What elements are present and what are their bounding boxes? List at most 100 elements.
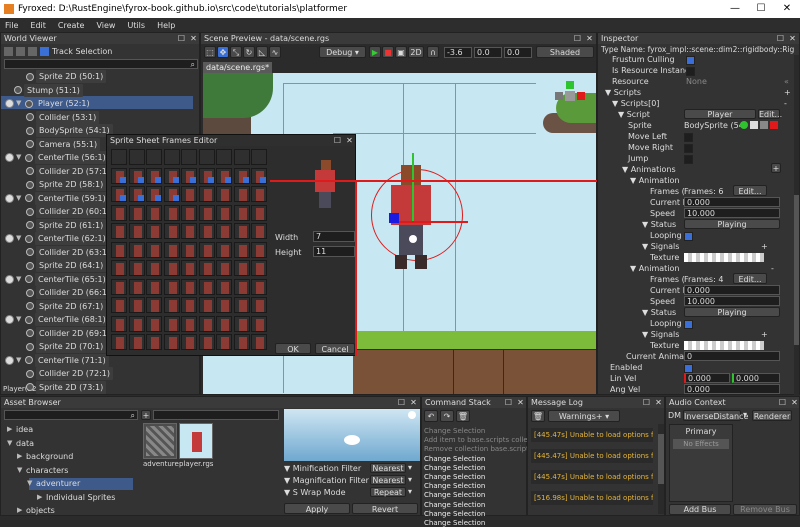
scene-close-icon[interactable]: ✕	[585, 33, 594, 44]
tree-row[interactable]: Sprite 2D (70:1)	[17, 340, 107, 353]
tree-row[interactable]: Sprite 2D (50:1)	[17, 70, 107, 83]
player-sprite[interactable]	[389, 165, 433, 300]
tree-row[interactable]: Collider 2D (57:1)	[17, 164, 113, 178]
clear-log-icon[interactable]: 🗑	[531, 410, 545, 422]
world-viewer-search-input[interactable]: ⌕	[4, 59, 198, 69]
command-close-icon[interactable]: ✕	[516, 397, 525, 408]
sprite-frame-cell[interactable]	[233, 297, 250, 313]
sprite-frame-cell[interactable]	[181, 297, 197, 313]
expand-arrow-icon[interactable]: ▶	[17, 450, 24, 463]
sprite-frame-cell[interactable]	[233, 186, 250, 202]
sprite-frame-cell[interactable]	[111, 278, 127, 295]
gizmo-center[interactable]	[389, 213, 399, 223]
log-entry[interactable]: [445.47s] Unable to load options fi	[531, 470, 653, 484]
command-item[interactable]: Change Selection	[424, 519, 485, 527]
sprite-frame-cell[interactable]	[251, 204, 267, 221]
inspector-maximize-icon[interactable]: ☐	[776, 33, 785, 44]
command-item-undone[interactable]: Change Selection	[424, 427, 485, 435]
audio-close-icon[interactable]: ✕	[790, 397, 799, 408]
command-item[interactable]: Change Selection	[424, 491, 485, 499]
sprite-frame-cell[interactable]	[111, 167, 127, 184]
sprite-frame-cell[interactable]	[216, 167, 232, 184]
sprite-frame-cell[interactable]	[181, 149, 197, 165]
cancel-button[interactable]: Cancel	[315, 343, 355, 354]
tree-row[interactable]: Collider (53:1)	[17, 110, 100, 124]
sprite-frame-cell[interactable]	[146, 204, 162, 221]
distance-dropdown-icon[interactable]: ▾	[743, 410, 747, 419]
collapse-all-icon[interactable]	[4, 47, 13, 56]
asset-close-icon[interactable]: ✕	[409, 397, 418, 408]
asset-thumb-adventurer[interactable]	[143, 423, 177, 459]
expand-arrow-icon[interactable]: ▶	[37, 491, 44, 504]
tree-row[interactable]: ▼ CenterTile (56:1)	[5, 151, 109, 164]
frames-edit-button[interactable]: Edit...	[733, 185, 767, 196]
sprite-frame-cell[interactable]	[163, 186, 180, 202]
tree-row[interactable]: Sprite 2D (58:1)	[17, 178, 107, 191]
menu-file[interactable]: File	[5, 21, 18, 30]
expand-arrow-icon[interactable]: ▼	[16, 192, 23, 205]
scale-tool-icon[interactable]: ⤡	[230, 46, 242, 58]
stop-icon[interactable]: ■	[382, 46, 394, 58]
sprite-frame-cell[interactable]	[216, 278, 232, 295]
apply-button[interactable]: Apply	[284, 503, 350, 514]
asset-filter-input[interactable]	[153, 410, 279, 420]
visibility-eye-icon[interactable]	[5, 355, 14, 365]
x-coordinate-field[interactable]: -3.6	[444, 47, 472, 58]
sprite-frame-cell[interactable]	[163, 167, 180, 184]
tree-row[interactable]: ▼ CenterTile (62:1)	[5, 232, 109, 245]
sprite-frame-cell[interactable]	[181, 223, 197, 239]
asset-tree-row[interactable]: ▶ background	[17, 450, 73, 463]
signals-add-icon[interactable]: +	[761, 242, 768, 251]
menu-help[interactable]: Help	[157, 21, 175, 30]
asset-maximize-icon[interactable]: ☐	[397, 397, 406, 408]
menu-edit[interactable]: Edit	[30, 21, 46, 30]
inspector-scroll-thumb[interactable]	[794, 195, 799, 345]
sprite-frame-cell[interactable]	[181, 260, 197, 276]
visibility-eye-icon[interactable]	[5, 193, 14, 203]
sprite-frame-cell[interactable]	[146, 278, 162, 295]
clear-node-icon[interactable]	[770, 121, 778, 129]
scripts-add-icon[interactable]: +	[784, 88, 791, 97]
sprite-frame-cell[interactable]	[216, 186, 232, 202]
sprite-frame-cell[interactable]	[128, 149, 145, 165]
sprite-frame-cell[interactable]	[111, 186, 127, 202]
distance-model-select[interactable]: InverseDistance	[683, 410, 748, 421]
sprite-frame-cell[interactable]	[251, 315, 267, 332]
sprite-frame-cell[interactable]	[146, 334, 162, 350]
looping2-checkbox[interactable]	[684, 320, 693, 329]
y-coordinate-field[interactable]: 0.0	[474, 47, 502, 58]
sprite-frame-cell[interactable]	[146, 186, 162, 202]
sprite-frame-cell[interactable]	[111, 223, 127, 239]
script-select[interactable]: Player	[684, 109, 756, 119]
log-entry[interactable]: [445.47s] Unable to load options fi	[531, 449, 653, 463]
sprite-frame-cell[interactable]	[251, 241, 267, 258]
script-edit-button[interactable]: Edit...	[758, 109, 782, 119]
sprite-frame-cell[interactable]	[181, 167, 197, 184]
sprite-editor-close-icon[interactable]: ✕	[345, 135, 354, 146]
expand-arrow-icon[interactable]: ▼	[16, 151, 23, 164]
undo-icon[interactable]: ↶	[424, 410, 438, 422]
asset-tree-row[interactable]: ▶ Individual Sprites	[37, 491, 115, 504]
sprite-frame-cell[interactable]	[111, 260, 127, 276]
sprite-frame-cell[interactable]	[233, 149, 250, 165]
sprite-frame-cell[interactable]	[233, 241, 250, 258]
status-select[interactable]: Playing	[684, 219, 780, 229]
sprite-frame-grid[interactable]	[111, 149, 271, 354]
log-scroll-thumb[interactable]	[658, 434, 664, 484]
sprite-frame-cell[interactable]	[216, 260, 232, 276]
preview-options-icon[interactable]	[408, 411, 416, 419]
sprite-frame-cell[interactable]	[163, 149, 180, 165]
sprite-frame-cell[interactable]	[233, 167, 250, 184]
shading-select[interactable]: Shaded	[536, 46, 594, 58]
tree-row[interactable]: Sprite 2D (61:1)	[17, 218, 107, 232]
sprite-frame-cell[interactable]	[216, 204, 232, 221]
sprite-frame-cell[interactable]	[146, 223, 162, 239]
s-wrap-dropdown-icon[interactable]: ▾	[408, 487, 412, 496]
height-field[interactable]: 11	[313, 246, 355, 257]
sprite-frame-cell[interactable]	[146, 315, 162, 332]
sprite-frame-cell[interactable]	[128, 260, 145, 276]
sprite-frame-cell[interactable]	[233, 278, 250, 295]
tree-row[interactable]: Collider 2D (69:1)	[17, 326, 113, 340]
command-item[interactable]: Change Selection	[424, 464, 485, 472]
expand-arrow-icon[interactable]: ▼	[16, 97, 23, 110]
